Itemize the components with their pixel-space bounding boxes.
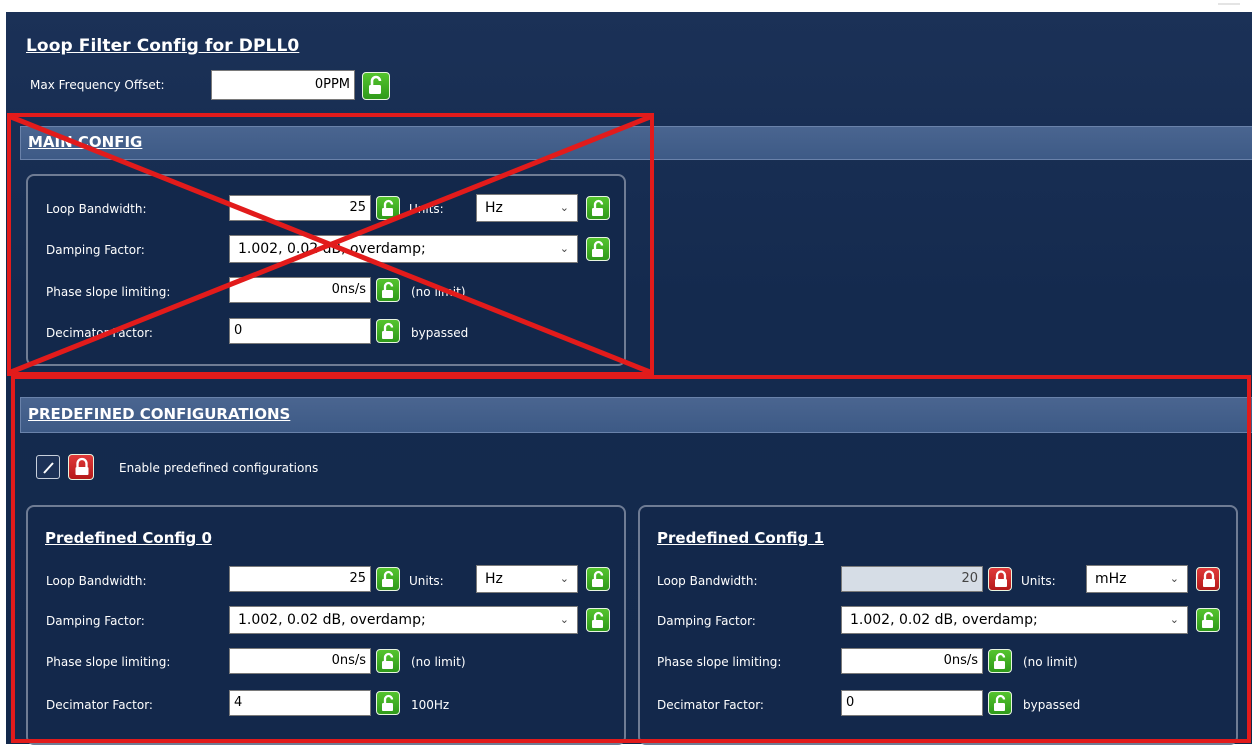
page-title: Loop Filter Config for DPLL0 <box>26 36 300 56</box>
window-top-strip <box>0 0 1252 12</box>
max-freq-input[interactable]: 0PPM <box>211 70 355 100</box>
annotation-highlight-box <box>11 375 1251 743</box>
window-top-rule <box>1218 3 1240 5</box>
max-freq-lock-icon[interactable] <box>362 72 390 100</box>
max-freq-label: Max Frequency Offset: <box>30 78 165 92</box>
annotation-cross-icon <box>10 114 651 375</box>
